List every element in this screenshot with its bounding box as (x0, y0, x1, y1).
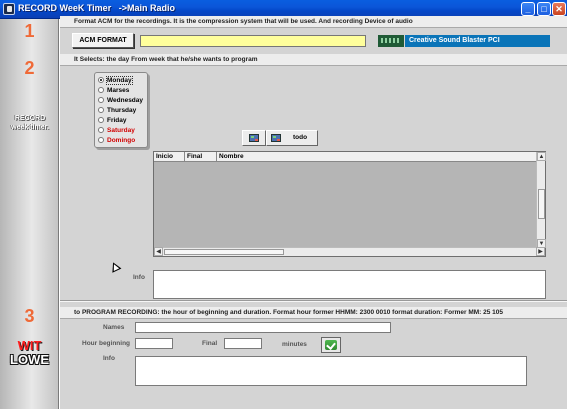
maximize-button[interactable]: □ (537, 2, 551, 16)
step-1-number: 1 (24, 21, 35, 41)
table-vertical-scrollbar[interactable]: ▲ ▼ (536, 152, 546, 248)
confirm-button[interactable] (321, 337, 341, 353)
column-header-inicio[interactable]: Inicio (154, 152, 185, 162)
day-radio-marses[interactable]: Marses (98, 86, 129, 95)
scroll-right-icon[interactable]: ▶ (536, 247, 545, 256)
hour-beginning-label: Hour beginning (82, 340, 131, 347)
schedule-add-icon (249, 134, 259, 142)
day-selector: Monday Marses Wednesday Thursday Friday … (94, 72, 148, 148)
minutes-label: minutes (282, 341, 307, 348)
day-radio-thursday[interactable]: Thursday (98, 106, 136, 115)
radio-icon (98, 107, 104, 113)
radio-selected-icon (98, 77, 104, 83)
radio-icon (98, 117, 104, 123)
schedule-table-header: Inicio Final Nombre (154, 152, 537, 162)
radio-icon (98, 137, 104, 143)
app-icon[interactable] (3, 3, 15, 15)
close-button[interactable]: ✕ (552, 2, 566, 16)
program-info-label: Info (103, 355, 115, 362)
radio-icon (98, 97, 104, 103)
section3-header: to PROGRAM RECORDING: the hour of beginn… (60, 307, 567, 319)
scroll-thumb[interactable] (164, 249, 284, 255)
column-header-nombre[interactable]: Nombre (217, 152, 537, 162)
sound-card-icon (378, 35, 404, 47)
schedule-all-icon (271, 134, 281, 142)
section-divider (60, 300, 567, 302)
radio-icon (98, 127, 104, 133)
final-label: Final (202, 340, 218, 347)
left-panel: 1 2 RECORD week timer. 3 WIT LOWE (0, 19, 59, 409)
scroll-left-icon[interactable]: ◀ (154, 247, 163, 256)
hour-beginning-input[interactable] (135, 338, 173, 349)
todo-button-label: todo (293, 134, 308, 141)
scroll-thumb[interactable] (538, 189, 545, 219)
step-2-number: 2 (24, 58, 35, 78)
acm-format-field[interactable] (140, 35, 366, 47)
info-textarea[interactable] (153, 270, 546, 299)
day-radio-monday[interactable]: Monday (98, 76, 133, 85)
section1-header: Format ACM for the recordings. It is the… (60, 16, 567, 28)
day-radio-friday[interactable]: Friday (98, 116, 127, 125)
audio-device[interactable]: Creative Sound Blaster PCI (378, 35, 550, 47)
day-radio-saturday[interactable]: Saturday (98, 126, 135, 135)
final-input[interactable] (224, 338, 262, 349)
names-input[interactable] (135, 322, 391, 333)
audio-device-name: Creative Sound Blaster PCI (405, 35, 550, 47)
schedule-table[interactable]: Inicio Final Nombre ▲ ▼ ◀ ▶ (153, 151, 546, 257)
minimize-button[interactable]: _ (521, 2, 535, 16)
record-week-timer-label: RECORD week timer. (3, 114, 57, 132)
brand-logo: WIT LOWE (0, 339, 59, 367)
names-label: Names (103, 324, 125, 331)
day-radio-wednesday[interactable]: Wednesday (98, 96, 143, 105)
column-header-final[interactable]: Final (185, 152, 217, 162)
add-entry-button[interactable] (242, 130, 266, 146)
section2-header: It Selects: the day From week that he/sh… (60, 54, 567, 66)
step-3-number: 3 (24, 306, 35, 326)
program-info-textarea[interactable] (135, 356, 527, 386)
acm-format-button[interactable]: ACM FORMAT (72, 33, 134, 48)
scroll-up-icon[interactable]: ▲ (537, 152, 546, 161)
table-horizontal-scrollbar[interactable]: ◀ ▶ (154, 247, 545, 256)
todo-button[interactable]: todo (266, 130, 318, 146)
brand-line1: WIT (17, 338, 42, 353)
record-label-line2: week timer. (11, 124, 49, 131)
info-label: Info (133, 274, 145, 281)
day-radio-domingo[interactable]: Domingo (98, 136, 135, 145)
brand-line2: LOWE (10, 352, 49, 367)
checkmark-icon (325, 340, 337, 350)
radio-icon (98, 87, 104, 93)
window-title: RECORD WeeK Timer ->Main Radio (18, 3, 175, 13)
record-label-line1: RECORD (14, 115, 46, 122)
